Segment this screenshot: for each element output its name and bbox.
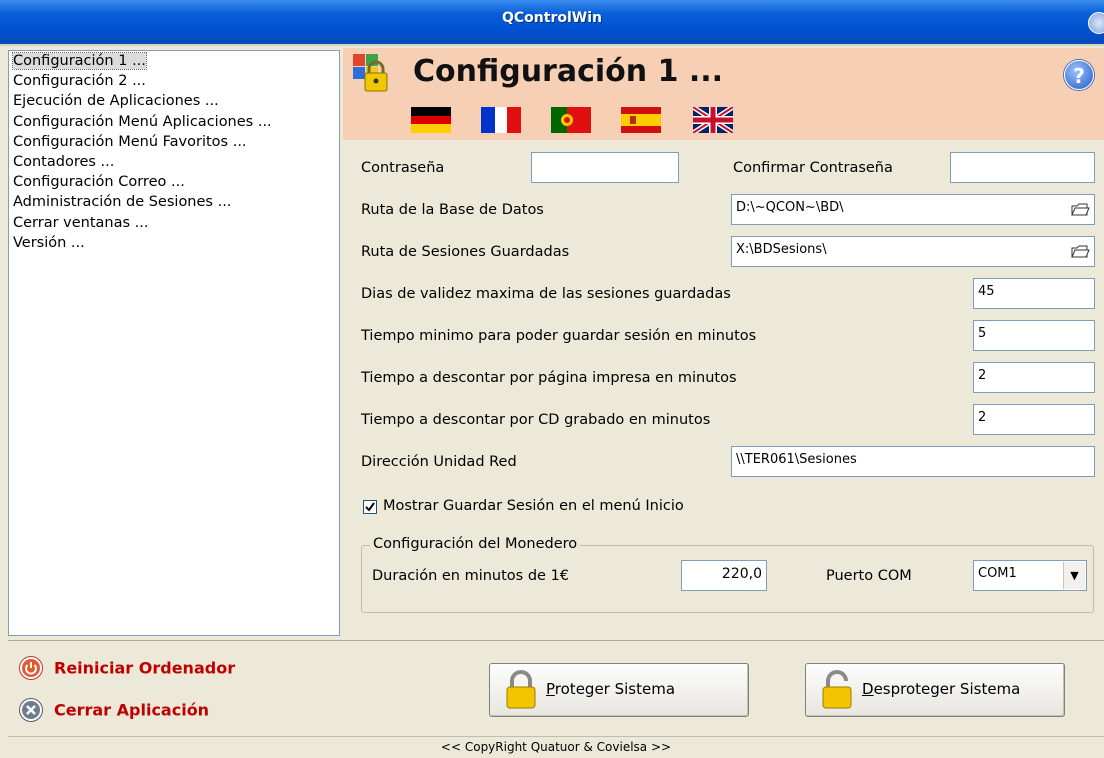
network-path-label: Dirección Unidad Red bbox=[361, 454, 517, 470]
power-icon bbox=[20, 657, 42, 679]
title-bar: QControlWin bbox=[0, 0, 1104, 46]
nav-item-contadores[interactable]: Contadores ... bbox=[9, 152, 339, 172]
nav-item-cerrar-ventanas[interactable]: Cerrar ventanas ... bbox=[9, 213, 339, 233]
help-icon[interactable]: ? bbox=[1064, 60, 1094, 90]
com-port-value: COM1 bbox=[978, 566, 1017, 581]
nav-item-version[interactable]: Versión ... bbox=[9, 233, 339, 253]
open-folder-icon[interactable] bbox=[1070, 241, 1090, 261]
portuguese-flag-icon[interactable] bbox=[551, 107, 591, 133]
config-lock-icon bbox=[353, 54, 388, 92]
print-discount-label: Tiempo a descontar por página impresa en… bbox=[361, 370, 737, 386]
duration-label: Duración en minutos de 1€ bbox=[372, 568, 570, 584]
unlock-icon bbox=[822, 670, 852, 709]
show-save-session-checkbox[interactable] bbox=[363, 500, 377, 514]
nav-item-configuracion-1[interactable]: Configuración 1 ... bbox=[9, 51, 339, 71]
config-nav-list: Configuración 1 ... Configuración 2 ... … bbox=[8, 50, 340, 636]
min-time-field[interactable]: 5 bbox=[973, 320, 1095, 351]
open-folder-icon[interactable] bbox=[1070, 199, 1090, 219]
window-title: QControlWin bbox=[502, 10, 602, 26]
min-time-label: Tiempo minimo para poder guardar sesión … bbox=[361, 328, 757, 344]
page-title: Configuración 1 ... bbox=[413, 54, 724, 89]
confirm-password-field[interactable] bbox=[950, 152, 1095, 183]
close-application-button[interactable]: Cerrar Aplicación bbox=[20, 699, 209, 721]
duration-field[interactable]: 220,0 bbox=[681, 560, 767, 591]
nav-item-menu-favoritos[interactable]: Configuración Menú Favoritos ... bbox=[9, 132, 339, 152]
max-days-label: Dias de validez maxima de las sesiones g… bbox=[361, 286, 731, 302]
nav-item-sesiones[interactable]: Administración de Sesiones ... bbox=[9, 192, 339, 212]
password-field[interactable] bbox=[531, 152, 679, 183]
sessions-path-value: X:\BDSesions\ bbox=[736, 242, 827, 257]
bottom-bar: Reiniciar Ordenador Cerrar Aplicación Pr… bbox=[8, 640, 1104, 736]
com-port-label: Puerto COM bbox=[826, 568, 912, 584]
status-bar: << CopyRight Quatuor & Covielsa >> bbox=[8, 736, 1104, 758]
nav-item-correo[interactable]: Configuración Correo ... bbox=[9, 172, 339, 192]
nav-item-menu-aplicaciones[interactable]: Configuración Menú Aplicaciones ... bbox=[9, 112, 339, 132]
protect-system-button[interactable]: Proteger Sistema bbox=[489, 663, 749, 717]
wallet-legend: Configuración del Monedero bbox=[370, 536, 581, 552]
close-circle-icon bbox=[20, 699, 42, 721]
cd-discount-label: Tiempo a descontar por CD grabado en min… bbox=[361, 412, 711, 428]
db-path-value: D:\~QCON~\BD\ bbox=[736, 200, 844, 215]
db-path-label: Ruta de la Base de Datos bbox=[361, 202, 544, 218]
uk-flag-icon[interactable] bbox=[693, 107, 733, 133]
wallet-groupbox: Configuración del Monedero Duración en m… bbox=[361, 536, 1094, 613]
lock-icon bbox=[506, 670, 536, 709]
german-flag-icon[interactable] bbox=[411, 107, 451, 133]
sessions-path-field[interactable]: X:\BDSesions\ bbox=[731, 236, 1095, 267]
spanish-flag-icon[interactable] bbox=[621, 107, 661, 133]
panel-header: Configuración 1 ... ? bbox=[343, 48, 1104, 140]
password-label: Contraseña bbox=[361, 160, 445, 176]
nav-item-ejecucion-aplicaciones[interactable]: Ejecución de Aplicaciones ... bbox=[9, 91, 339, 111]
protect-system-label: Proteger Sistema bbox=[546, 680, 676, 698]
close-window-icon[interactable] bbox=[1088, 12, 1104, 34]
unprotect-system-label: Desproteger Sistema bbox=[862, 680, 1021, 698]
db-path-field[interactable]: D:\~QCON~\BD\ bbox=[731, 194, 1095, 225]
config-panel: Configuración 1 ... ? Contraseña Confirm… bbox=[343, 48, 1104, 638]
confirm-password-label: Confirmar Contraseña bbox=[733, 160, 893, 176]
com-port-select[interactable]: COM1 ▼ bbox=[973, 560, 1087, 591]
network-path-field[interactable]: \\TER061\Sesiones bbox=[731, 446, 1095, 477]
french-flag-icon[interactable] bbox=[481, 107, 521, 133]
nav-item-configuracion-2[interactable]: Configuración 2 ... bbox=[9, 71, 339, 91]
chevron-down-icon[interactable]: ▼ bbox=[1063, 562, 1085, 589]
restart-computer-button[interactable]: Reiniciar Ordenador bbox=[20, 657, 235, 679]
unprotect-system-button[interactable]: Desproteger Sistema bbox=[805, 663, 1065, 717]
cd-discount-field[interactable]: 2 bbox=[973, 404, 1095, 435]
sessions-path-label: Ruta de Sesiones Guardadas bbox=[361, 244, 570, 260]
max-days-field[interactable]: 45 bbox=[973, 278, 1095, 309]
checkmark-icon bbox=[365, 502, 375, 512]
print-discount-field[interactable]: 2 bbox=[973, 362, 1095, 393]
show-save-session-label[interactable]: Mostrar Guardar Sesión en el menú Inicio bbox=[383, 498, 684, 514]
